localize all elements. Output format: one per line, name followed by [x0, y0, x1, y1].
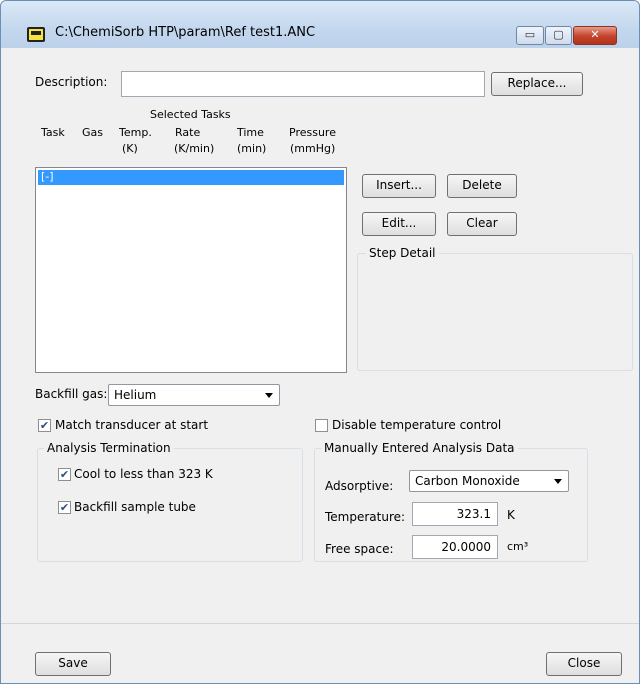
col-temp: Temp.	[119, 126, 152, 139]
col-time: Time	[237, 126, 264, 139]
maximize-button[interactable]: ▢	[545, 26, 572, 45]
analysis-termination-title: Analysis Termination	[44, 441, 174, 455]
task-row[interactable]: [-]	[38, 170, 344, 185]
selected-tasks-title: Selected Tasks	[150, 108, 231, 121]
adsorptive-select[interactable]: Carbon Monoxide	[409, 470, 569, 492]
temperature-input[interactable]: 323.1	[412, 502, 498, 526]
col-pressure-unit: (mmHg)	[290, 142, 336, 155]
adsorptive-value: Carbon Monoxide	[415, 474, 520, 488]
col-rate-unit: (K/min)	[174, 142, 215, 155]
analysis-termination-group: Analysis Termination ✔ Cool to less than…	[37, 441, 303, 562]
separator	[1, 623, 639, 624]
replace-button[interactable]: Replace...	[491, 72, 583, 96]
col-time-unit: (min)	[237, 142, 267, 155]
edit-button[interactable]: Edit...	[362, 212, 436, 236]
description-label: Description:	[35, 75, 108, 89]
app-icon	[27, 27, 45, 42]
temperature-label: Temperature:	[325, 510, 406, 524]
col-task: Task	[41, 126, 65, 139]
disable-temp-checkbox[interactable]	[315, 419, 328, 432]
chevron-down-icon	[554, 479, 562, 484]
description-input[interactable]	[121, 71, 485, 97]
cool-checkbox[interactable]: ✔	[58, 468, 71, 481]
window-title: C:\ChemiSorb HTP\param\Ref test1.ANC	[55, 25, 316, 40]
insert-button[interactable]: Insert...	[362, 174, 436, 198]
cool-label: Cool to less than 323 K	[74, 467, 213, 481]
free-space-unit: cm³	[507, 540, 529, 553]
manual-data-title: Manually Entered Analysis Data	[321, 441, 518, 455]
manual-data-group: Manually Entered Analysis Data Adsorptiv…	[314, 441, 588, 562]
chevron-down-icon	[265, 393, 273, 398]
col-temp-unit: (K)	[122, 142, 138, 155]
save-button[interactable]: Save	[35, 652, 111, 676]
col-gas: Gas	[82, 126, 103, 139]
backfill-tube-checkbox[interactable]: ✔	[58, 501, 71, 514]
task-list[interactable]: [-]	[35, 167, 347, 373]
match-transducer-checkbox[interactable]: ✔	[38, 419, 51, 432]
dialog-window: C:\ChemiSorb HTP\param\Ref test1.ANC ▭ ▢…	[0, 0, 640, 684]
close-button[interactable]: Close	[546, 652, 622, 676]
col-rate: Rate	[175, 126, 201, 139]
close-window-button[interactable]: ✕	[573, 26, 617, 45]
step-detail-group: Step Detail	[357, 246, 633, 371]
clear-button[interactable]: Clear	[447, 212, 517, 236]
temperature-unit: K	[507, 508, 515, 522]
minimize-button[interactable]: ▭	[516, 26, 544, 45]
match-transducer-label: Match transducer at start	[55, 418, 209, 432]
backfill-gas-label: Backfill gas:	[35, 387, 108, 401]
free-space-label: Free space:	[325, 542, 394, 556]
title-bar[interactable]: C:\ChemiSorb HTP\param\Ref test1.ANC ▭ ▢…	[1, 1, 639, 48]
disable-temp-label: Disable temperature control	[332, 418, 502, 432]
col-pressure: Pressure	[289, 126, 336, 139]
backfill-tube-label: Backfill sample tube	[74, 500, 196, 514]
adsorptive-label: Adsorptive:	[325, 479, 394, 493]
backfill-gas-value: Helium	[114, 388, 157, 402]
step-detail-title: Step Detail	[366, 246, 439, 260]
free-space-input[interactable]: 20.0000	[412, 535, 498, 559]
backfill-gas-select[interactable]: Helium	[108, 384, 280, 406]
delete-button[interactable]: Delete	[447, 174, 517, 198]
